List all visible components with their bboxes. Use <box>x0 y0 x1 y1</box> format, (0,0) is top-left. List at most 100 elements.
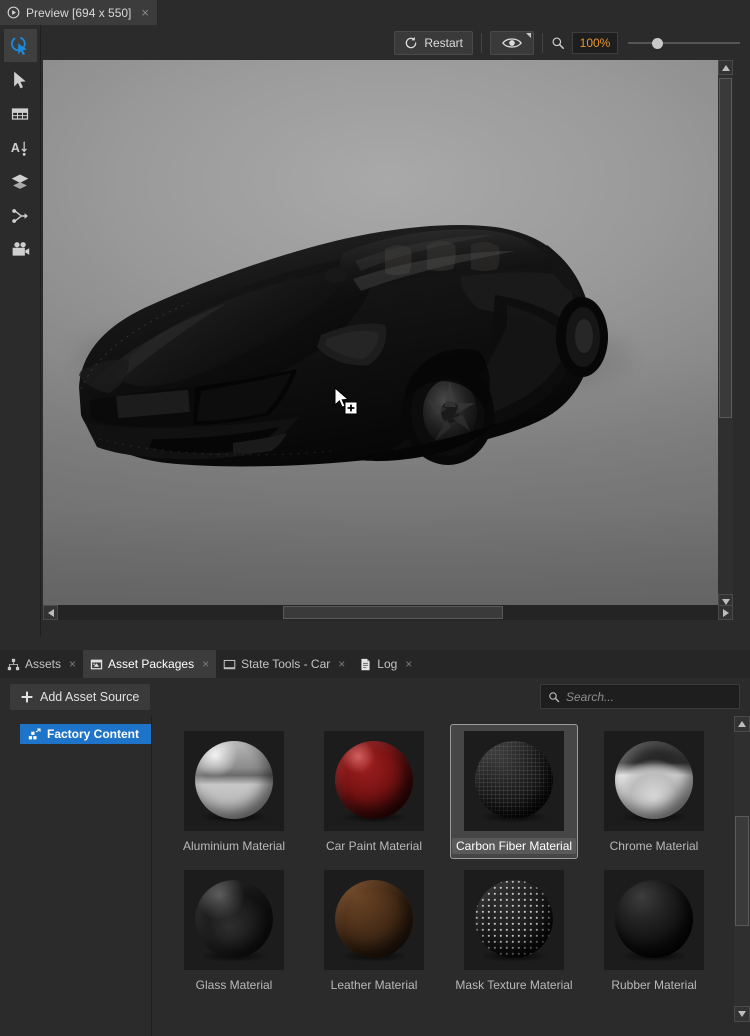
close-icon[interactable]: × <box>405 657 412 671</box>
viewport-scroll-thumb[interactable] <box>719 78 732 418</box>
chevron-left-icon <box>47 608 54 617</box>
eye-icon <box>502 37 522 48</box>
tab-preview-label: Preview [694 x 550] <box>26 5 132 20</box>
tab-assets[interactable]: Assets × <box>0 650 83 678</box>
render-canvas[interactable] <box>43 60 733 609</box>
tab-log[interactable]: Log × <box>352 650 419 678</box>
asset-grid: Aluminium Material Car Paint Material Ca… <box>152 716 750 998</box>
scroll-down-button[interactable] <box>734 1006 750 1022</box>
tab-preview[interactable]: Preview [694 x 550] × <box>0 0 158 25</box>
bottom-panel: Assets × Asset Packages × State Tools - … <box>0 650 750 1036</box>
bottom-tab-bar: Assets × Asset Packages × State Tools - … <box>0 650 750 678</box>
magnifier-icon <box>552 37 565 49</box>
asset-thumbnail <box>604 870 704 970</box>
search-placeholder: Search... <box>566 689 615 704</box>
preview-viewport[interactable] <box>41 60 750 636</box>
aluminium-sphere <box>195 741 273 819</box>
tab-state-tools-car[interactable]: State Tools - Car × <box>216 650 352 678</box>
grid-table-icon <box>11 107 29 120</box>
asset-thumbnail <box>184 731 284 831</box>
interact-tool-button[interactable] <box>3 29 37 62</box>
asset-browser: Factory Content Aluminium Material Car P… <box>0 716 750 1036</box>
asset-label: Aluminium Material <box>182 839 286 853</box>
arrow-pointer-icon <box>14 71 26 88</box>
scroll-up-button[interactable] <box>734 716 750 732</box>
chevron-down-icon <box>721 598 730 605</box>
tab-asset-packages-label: Asset Packages <box>108 657 195 671</box>
viewport-horizontal-scrollbar[interactable] <box>43 605 733 620</box>
layers-tool-button[interactable] <box>4 165 37 198</box>
zoom-slider-track <box>628 41 740 44</box>
asset-thumbnail <box>464 731 564 831</box>
zoom-slider[interactable] <box>628 32 740 54</box>
asset-label: Chrome Material <box>609 839 699 853</box>
asset-tile-carbon-fiber[interactable]: Carbon Fiber Material <box>450 724 578 859</box>
rubber-sphere <box>615 880 693 958</box>
asset-label: Mask Texture Material <box>455 978 573 992</box>
asset-thumbnail <box>464 870 564 970</box>
camera-tool-button[interactable] <box>4 233 37 266</box>
restart-button[interactable]: Restart <box>394 30 473 55</box>
asset-thumbnail <box>184 870 284 970</box>
restart-label: Restart <box>424 35 463 50</box>
asset-thumbnail <box>324 731 424 831</box>
asset-label: Leather Material <box>330 978 418 992</box>
asset-tile-rubber[interactable]: Rubber Material <box>590 863 718 998</box>
top-tab-bar: Preview [694 x 550] × <box>0 0 750 25</box>
table-tool-button[interactable] <box>4 97 37 130</box>
log-document-icon <box>361 658 370 670</box>
text-animate-icon: A <box>11 141 27 156</box>
drag-copy-cursor <box>334 387 358 415</box>
viewport-vertical-scrollbar[interactable] <box>718 60 733 609</box>
visibility-button[interactable] <box>490 30 534 55</box>
chrome-sphere <box>615 741 693 819</box>
mask-texture-sphere <box>475 880 553 958</box>
layers-icon <box>11 174 29 189</box>
toolbar-divider-2 <box>542 32 543 53</box>
asset-tile-car-paint[interactable]: Car Paint Material <box>310 724 438 859</box>
assets-icon <box>7 658 20 670</box>
asset-tile-aluminium[interactable]: Aluminium Material <box>170 724 298 859</box>
asset-toolbar: Add Asset Source Search... <box>0 678 750 716</box>
add-asset-source-label: Add Asset Source <box>40 690 140 704</box>
asset-tile-chrome[interactable]: Chrome Material <box>590 724 718 859</box>
asset-label: Rubber Material <box>611 978 697 992</box>
scroll-up-button[interactable] <box>718 60 733 75</box>
branch-tool-button[interactable] <box>4 199 37 232</box>
select-tool-button[interactable] <box>4 63 37 96</box>
asset-grid-scrollbar[interactable] <box>734 716 750 1022</box>
car-model <box>79 224 608 467</box>
close-icon[interactable]: × <box>202 657 209 671</box>
asset-source-tree: Factory Content <box>0 716 152 1036</box>
asset-label: Carbon Fiber Material <box>451 838 577 854</box>
scroll-left-button[interactable] <box>43 605 58 620</box>
text-tool-button[interactable]: A <box>4 131 37 164</box>
asset-label: Car Paint Material <box>325 839 423 853</box>
asset-tile-glass[interactable]: Glass Material <box>170 863 298 998</box>
movie-camera-icon <box>12 242 29 256</box>
viewport-hscroll-thumb[interactable] <box>283 606 503 619</box>
factory-content-icon <box>28 727 41 739</box>
tree-item-factory-content[interactable]: Factory Content <box>20 724 151 744</box>
plus-icon <box>21 691 33 703</box>
add-asset-source-button[interactable]: Add Asset Source <box>10 684 151 710</box>
tab-state-tools-label: State Tools - Car <box>241 657 331 671</box>
application-window: Preview [694 x 550] × A Restart 100% Ass… <box>0 0 750 1036</box>
state-tools-icon <box>223 659 236 669</box>
leather-sphere <box>335 880 413 958</box>
asset-thumbnail <box>604 731 704 831</box>
close-icon[interactable]: × <box>338 657 345 671</box>
carbon-fiber-sphere <box>475 741 553 819</box>
zoom-slider-handle[interactable] <box>652 37 663 49</box>
asset-tile-mask-texture[interactable]: Mask Texture Material <box>450 863 578 998</box>
tab-asset-packages[interactable]: Asset Packages × <box>83 650 217 678</box>
asset-tile-leather[interactable]: Leather Material <box>310 863 438 998</box>
close-icon[interactable]: × <box>69 657 76 671</box>
svg-text:A: A <box>11 141 20 155</box>
close-icon[interactable]: × <box>141 5 149 20</box>
zoom-level-input[interactable]: 100% <box>572 31 618 54</box>
refresh-icon <box>406 36 417 48</box>
search-input[interactable]: Search... <box>540 684 740 709</box>
scroll-right-button[interactable] <box>718 605 733 620</box>
asset-grid-scroll-thumb[interactable] <box>735 816 749 926</box>
